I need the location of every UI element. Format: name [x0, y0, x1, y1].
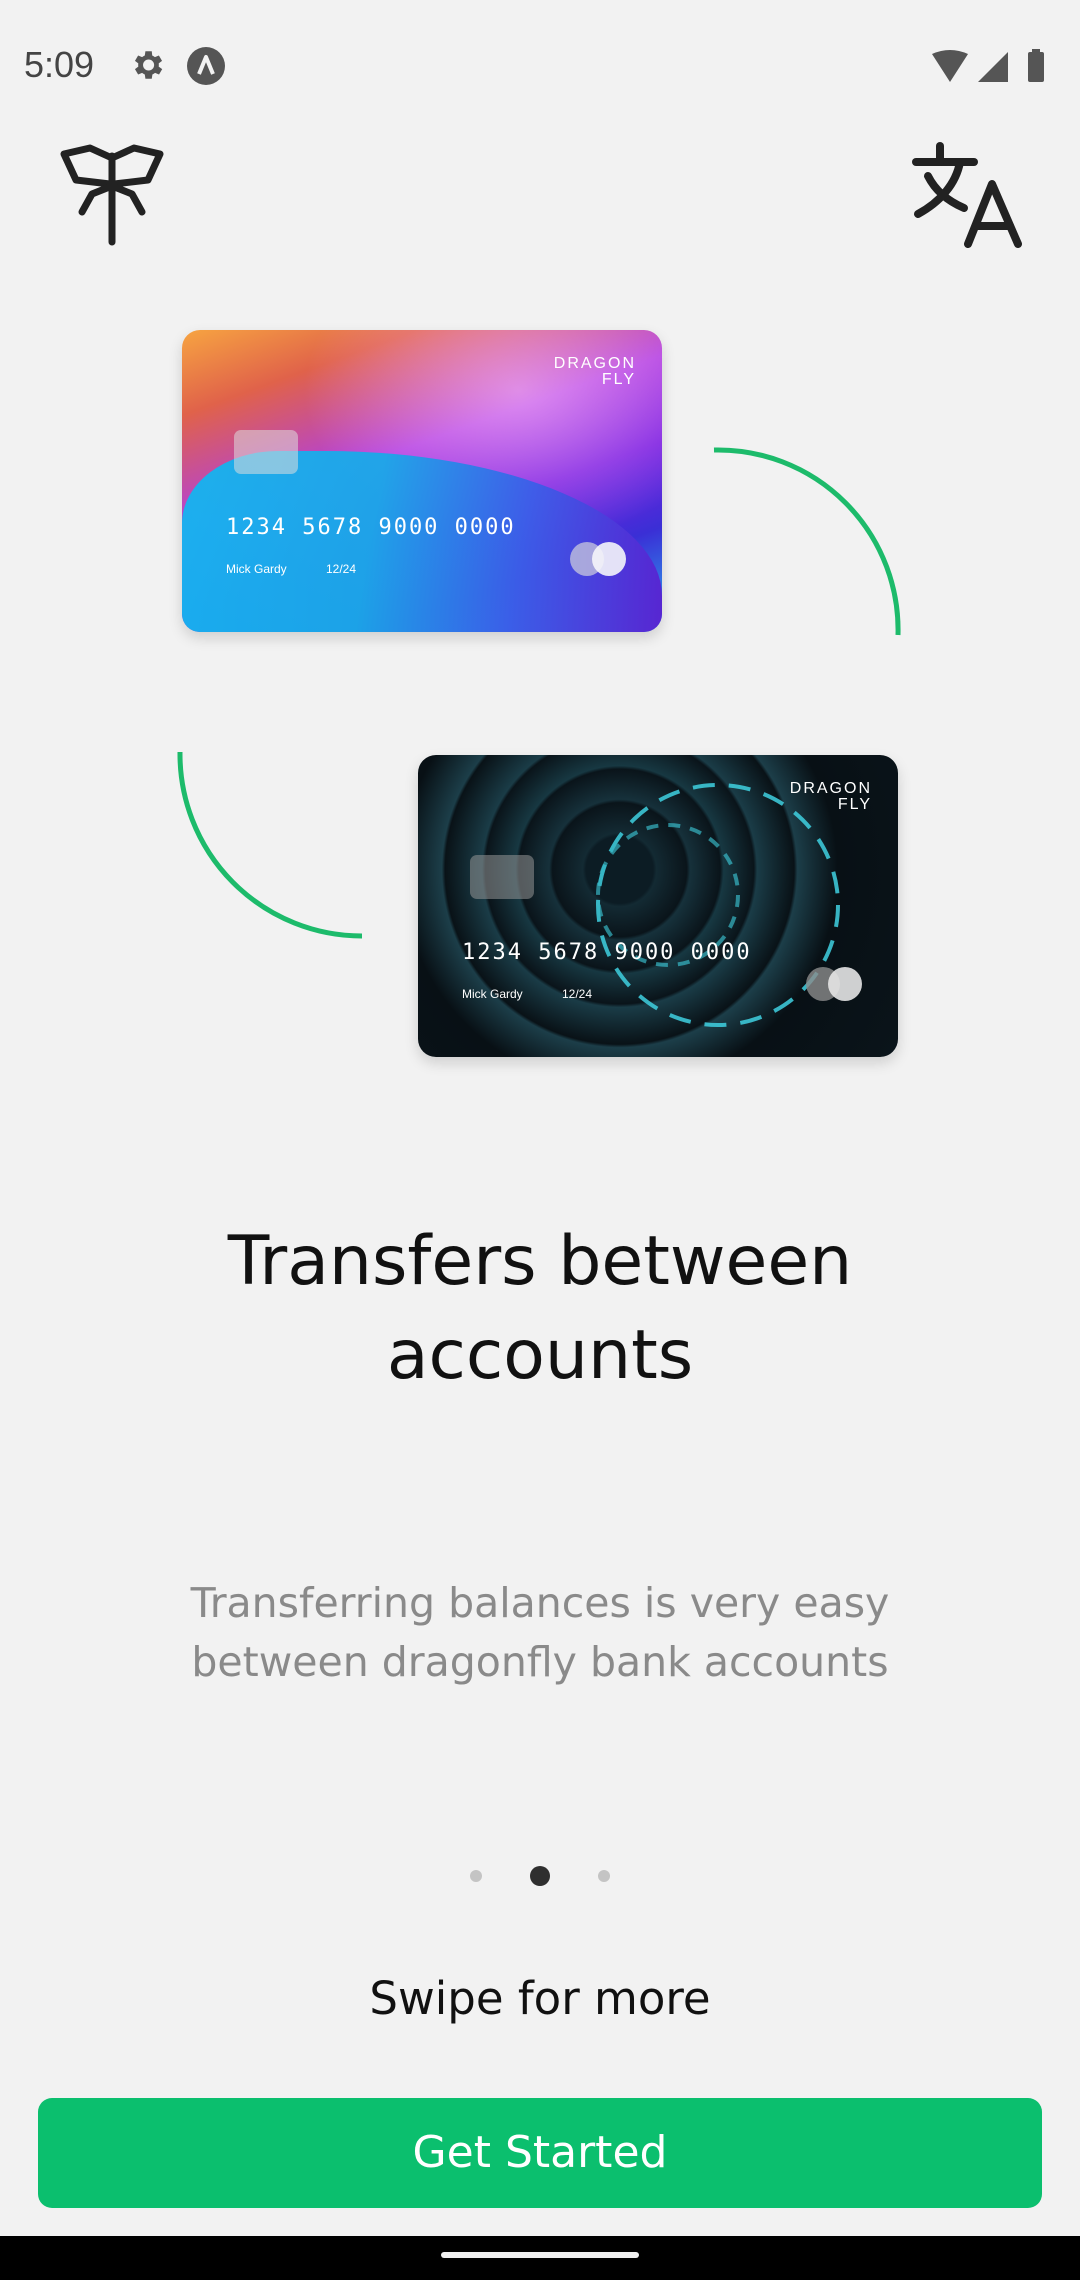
- a-circle-icon: [187, 47, 225, 85]
- gear-icon: [134, 51, 163, 79]
- battery-icon: [1028, 52, 1044, 82]
- swipe-hint: Swipe for more: [369, 1972, 711, 2025]
- card-brand: DRAGON FLY: [553, 355, 636, 388]
- card-chip: [470, 855, 534, 899]
- translate-icon[interactable]: [910, 140, 1026, 248]
- wifi-icon: [932, 50, 968, 82]
- onboarding-title: Transfers between accounts: [227, 1222, 853, 1395]
- get-started-button[interactable]: Get Started: [38, 2098, 1042, 2208]
- cards-illustration: DRAGON FLY 1234 5678 9000 0000 Mick Gard…: [0, 300, 1080, 1100]
- card-holder: Mick Gardy: [462, 987, 523, 1001]
- gradient-card: DRAGON FLY 1234 5678 9000 0000 Mick Gard…: [182, 330, 662, 632]
- card-network-logo: [570, 542, 628, 576]
- home-gesture-handle[interactable]: [441, 2252, 639, 2258]
- card-brand: DRAGON FLY: [789, 780, 872, 813]
- status-bar: 5:09: [0, 0, 1080, 130]
- page-dot-3[interactable]: [598, 1870, 610, 1882]
- card-network-logo: [806, 967, 864, 1001]
- status-time: 5:09: [24, 44, 95, 85]
- status-right-icons: [932, 49, 1044, 82]
- card-number: 1234 5678 9000 0000: [462, 940, 752, 965]
- cell-signal-icon: [978, 52, 1008, 82]
- onboarding-screen: 5:09 DRAGON FLY 1234 5678 9000 0000 Mick…: [0, 0, 1080, 2280]
- page-indicator: [0, 1862, 1080, 1892]
- dragonfly-logo-icon: [56, 142, 168, 246]
- card-number: 1234 5678 9000 0000: [226, 515, 516, 540]
- card-chip: [234, 430, 298, 474]
- dark-card: DRAGON FLY 1234 5678 9000 0000 Mick Gard…: [418, 755, 898, 1057]
- top-right-arc: [713, 447, 901, 636]
- navigation-bar: [0, 2236, 1080, 2280]
- bottom-left-arc: [177, 751, 363, 939]
- card-expiry: 12/24: [562, 987, 593, 1001]
- page-dot-2[interactable]: [530, 1866, 550, 1886]
- card-holder: Mick Gardy: [226, 562, 287, 576]
- page-dot-1[interactable]: [470, 1870, 482, 1882]
- onboarding-subtitle: Transferring balances is very easy betwe…: [190, 1579, 890, 1686]
- card-expiry: 12/24: [326, 562, 357, 576]
